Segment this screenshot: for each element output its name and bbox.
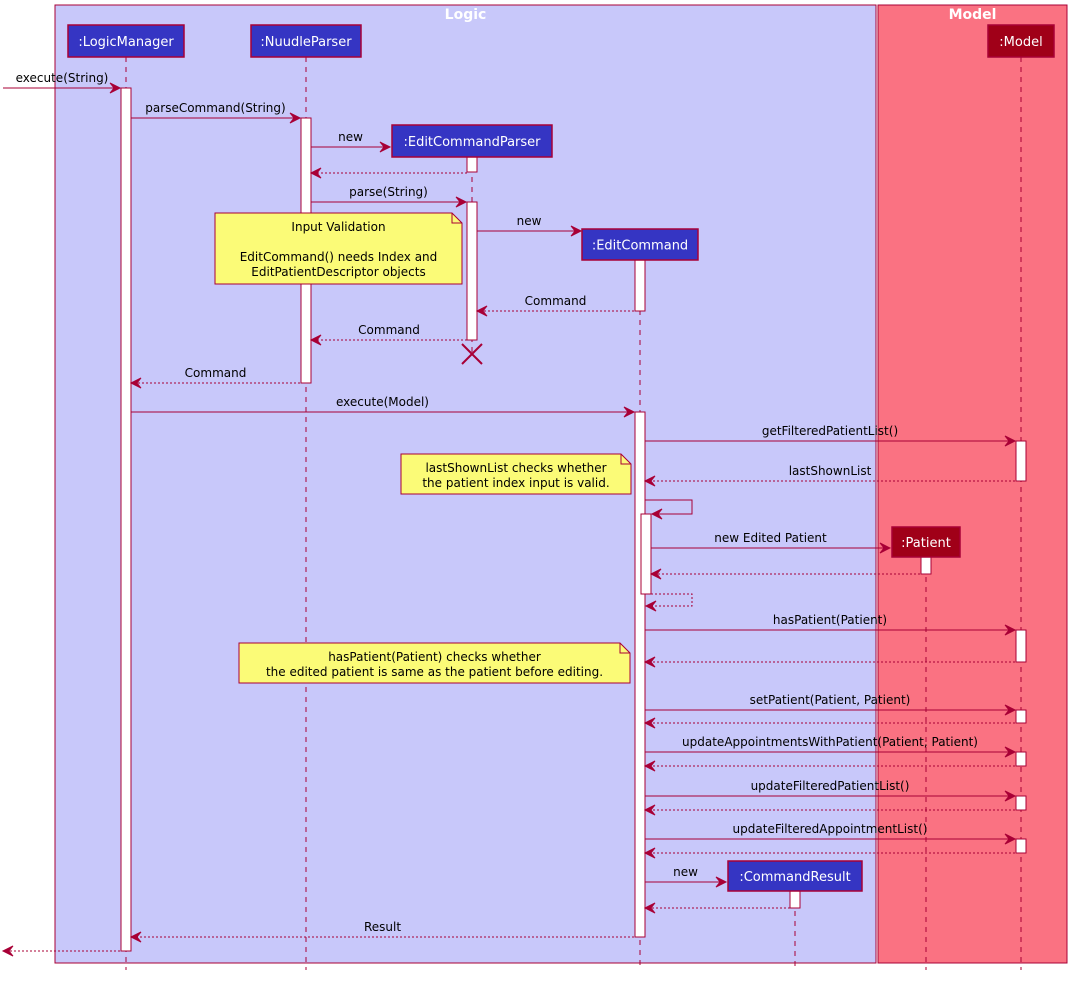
participant-label: :Model	[999, 35, 1042, 50]
participant-label: :EditCommandParser	[403, 135, 541, 150]
frame-title: Logic	[445, 7, 487, 23]
activation-bar	[640, 513, 652, 595]
activation-bar	[634, 411, 646, 938]
note-text: the edited patient is same as the patien…	[266, 665, 603, 679]
message-label: Command	[525, 294, 587, 308]
frame-model	[877, 4, 1068, 964]
note-text: the patient index input is valid.	[422, 476, 609, 490]
message-label: Command	[358, 323, 420, 337]
participant-label: :LogicManager	[78, 35, 174, 50]
message-label: lastShownList	[789, 464, 872, 478]
message-label: parse(String)	[349, 185, 428, 199]
message-label: parseCommand(String)	[145, 101, 285, 115]
message-label: Command	[185, 366, 247, 380]
activation-bar	[466, 156, 478, 173]
note-text: Input Validation	[291, 220, 385, 234]
activation-bar	[1015, 709, 1027, 724]
message-label: execute(Model)	[336, 395, 429, 409]
activation-bar	[120, 87, 132, 952]
participant-label: :Patient	[901, 536, 951, 551]
activation-bar	[1015, 795, 1027, 811]
message-label: new	[673, 865, 698, 879]
sequence-diagram: Logic Model :LogicManager :NuudleParser :Edi…	[1, 4, 1068, 970]
message-label: execute(String)	[16, 71, 109, 85]
message-label: updateFilteredPatientList()	[751, 779, 910, 793]
activation-bar	[634, 259, 646, 312]
participant-label: :NuudleParser	[260, 35, 352, 50]
message-label: hasPatient(Patient)	[773, 613, 887, 627]
activation-bar	[1015, 629, 1027, 663]
message-label: setPatient(Patient, Patient)	[750, 693, 911, 707]
participant-label: :CommandResult	[739, 870, 850, 885]
frame-title: Model	[949, 7, 997, 23]
activation-bar	[1015, 838, 1027, 854]
message-label: new	[338, 130, 363, 144]
activation-bar	[466, 201, 478, 341]
note-text: hasPatient(Patient) checks whether	[328, 650, 541, 664]
message-label: Result	[364, 920, 401, 934]
message-label: getFilteredPatientList()	[762, 424, 898, 438]
message-label: updateAppointmentsWithPatient(Patient, P…	[682, 735, 978, 749]
activation-bar	[789, 890, 801, 909]
note-text: lastShownList checks whether	[425, 461, 606, 475]
activation-bar	[1015, 440, 1027, 482]
note-text: EditCommand() needs Index and	[240, 250, 438, 264]
participant-label: :EditCommand	[592, 239, 688, 254]
message-label: new	[517, 214, 542, 228]
note-text: EditPatientDescriptor objects	[251, 265, 425, 279]
message-label: new Edited Patient	[714, 531, 827, 545]
activation-bar	[1015, 751, 1027, 767]
message-label: updateFilteredAppointmentList()	[733, 822, 928, 836]
activation-bar	[920, 556, 932, 575]
